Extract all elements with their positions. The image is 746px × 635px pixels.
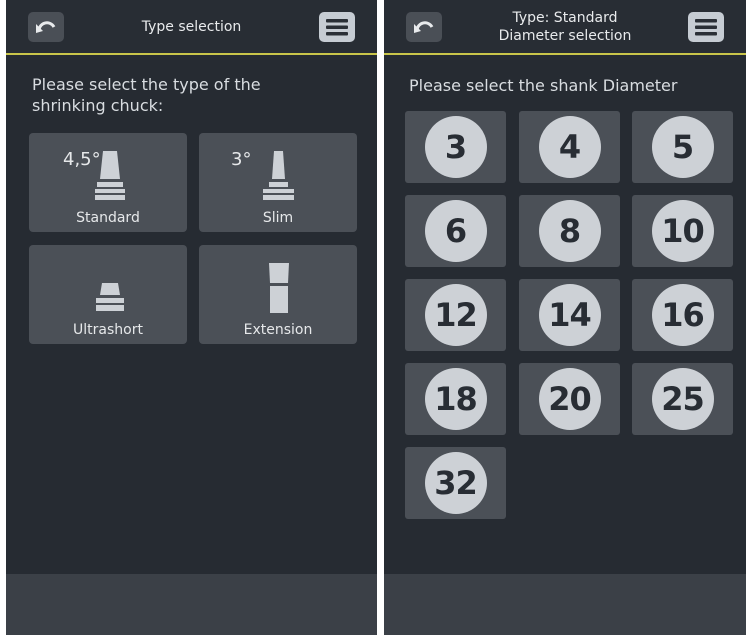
type-label: Ultrashort [73,322,143,338]
header: Type selection [6,0,377,55]
back-button[interactable] [406,12,442,42]
diameter-tile-5[interactable]: 5 [632,111,733,183]
type-label: Standard [76,210,140,226]
slim-chuck-icon [263,151,294,200]
diameter-value: 6 [424,200,487,262]
diameter-value: 4 [538,116,601,178]
page-title: Type selection [66,0,317,53]
type-tile-slim[interactable]: 3° Slim [199,133,357,232]
standard-chuck-icon [95,151,125,200]
diameter-tile-3[interactable]: 3 [405,111,506,183]
diameter-value: 12 [424,284,487,346]
diameter-tile-8[interactable]: 8 [519,195,620,267]
diameter-tile-16[interactable]: 16 [632,279,733,351]
menu-button[interactable] [688,12,724,42]
type-label: Extension [243,322,313,338]
page-title: Type: Standard Diameter selection [444,0,686,53]
diameter-tile-6[interactable]: 6 [405,195,506,267]
page-title-line-1: Type: Standard [512,9,618,26]
diameter-tile-4[interactable]: 4 [519,111,620,183]
diameter-value: 16 [651,284,714,346]
type-label: Slim [262,210,294,226]
page-title-text: Type selection [141,18,242,35]
diameter-value: 32 [424,452,487,514]
diameter-value: 20 [538,368,601,430]
undo-arrow-icon [414,21,434,33]
diameter-tile-20[interactable]: 20 [519,363,620,435]
type-tile-standard[interactable]: 4,5° Standard [29,133,187,232]
taper-angle: 3° [231,149,252,170]
diameter-value: 25 [651,368,714,430]
diameter-value: 8 [538,200,601,262]
hamburger-menu-icon [695,19,717,36]
footer-bar [6,574,377,635]
diameter-value: 14 [538,284,601,346]
prompt-line-1: Please select the type of the [32,75,261,94]
back-button[interactable] [28,12,64,42]
diameter-selection-screen: Type: Standard Diameter selection Please… [384,0,746,635]
ultrashort-chuck-icon [96,283,124,311]
diameter-value: 5 [651,116,714,178]
diameter-tile-12[interactable]: 12 [405,279,506,351]
undo-arrow-icon [36,21,56,33]
footer-bar [384,574,746,635]
diameter-tile-32[interactable]: 32 [405,447,506,519]
diameter-tile-25[interactable]: 25 [632,363,733,435]
hamburger-menu-icon [326,19,348,36]
extension-chuck-icon [269,263,289,313]
header: Type: Standard Diameter selection [384,0,746,55]
diameter-value: 18 [424,368,487,430]
diameter-tile-18[interactable]: 18 [405,363,506,435]
type-selection-screen: Type selection Please select the type of… [6,0,377,635]
page-title-line-2: Diameter selection [498,27,632,44]
diameter-value: 3 [424,116,487,178]
type-prompt: Please select the type of the shrinking … [32,74,261,116]
diameter-prompt: Please select the shank Diameter [409,76,678,95]
diameter-tile-10[interactable]: 10 [632,195,733,267]
type-tile-ultrashort[interactable]: Ultrashort [29,245,187,344]
diameter-value: 10 [651,200,714,262]
menu-button[interactable] [319,12,355,42]
type-tile-extension[interactable]: Extension [199,245,357,344]
prompt-line-2: shrinking chuck: [32,96,164,115]
diameter-tile-14[interactable]: 14 [519,279,620,351]
